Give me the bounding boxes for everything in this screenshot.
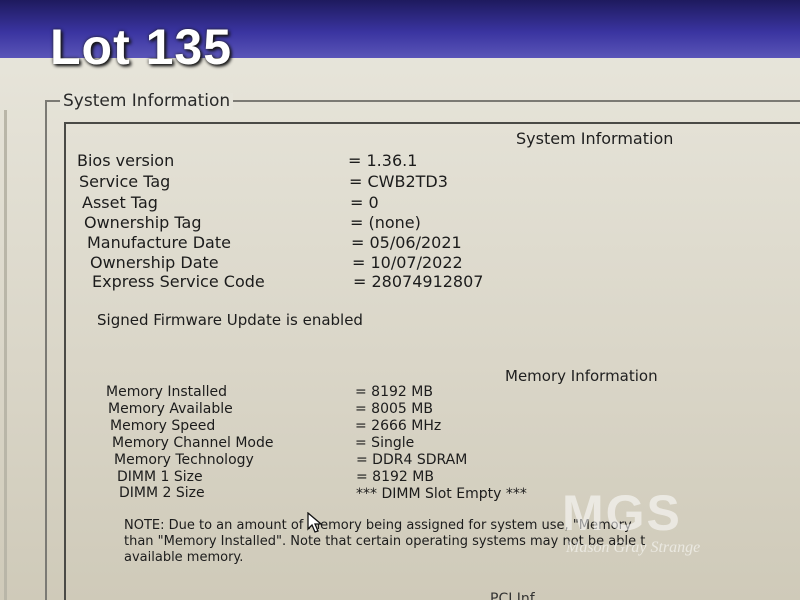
pci-information-heading-partial: PCI Inf [490,591,535,600]
memory-installed-value: = 8192 MB [355,384,433,400]
watermark: MGS Mason Gray Strange [562,488,752,568]
dimm-2-size-value: *** DIMM Slot Empty *** [356,486,527,502]
manufacture-date-value: = 05/06/2021 [351,233,462,252]
dimm-1-size-label: DIMM 1 Size [117,469,203,485]
dimm-1-size-value: = 8192 MB [356,469,434,485]
ownership-tag-value: = (none) [350,213,421,232]
memory-available-value: = 8005 MB [355,401,433,417]
watermark-subtitle: Mason Gray Strange [566,539,701,556]
memory-channel-mode-label: Memory Channel Mode [112,435,274,451]
memory-information-heading: Memory Information [505,367,658,385]
memory-speed-label: Memory Speed [110,418,216,434]
left-edge-line [4,110,7,600]
lot-number-label: Lot 135 [50,19,233,75]
memory-channel-mode-value: = Single [355,435,415,451]
bios-screen: Lot 135 System Information System Inform… [0,0,800,600]
memory-technology-value: = DDR4 SDRAM [356,452,468,468]
asset-tag-value: = 0 [350,193,379,212]
service-tag-label: Service Tag [79,172,171,191]
asset-tag-label: Asset Tag [82,193,158,212]
group-title: System Information [60,93,234,110]
memory-technology-label: Memory Technology [114,452,254,468]
manufacture-date-label: Manufacture Date [87,233,231,252]
service-tag-value: = CWB2TD3 [349,172,448,191]
memory-available-label: Memory Available [108,401,233,417]
watermark-logo: MGS [562,485,682,541]
ownership-tag-label: Ownership Tag [84,213,202,232]
ownership-date-label: Ownership Date [90,253,219,272]
memory-speed-value: = 2666 MHz [355,418,442,434]
express-service-code-value: = 28074912807 [353,272,484,291]
dimm-2-size-label: DIMM 2 Size [119,485,205,501]
firmware-update-status: Signed Firmware Update is enabled [97,311,363,329]
mouse-pointer-icon [307,512,323,533]
express-service-code-label: Express Service Code [92,272,265,291]
ownership-date-value: = 10/07/2022 [352,253,463,272]
system-information-heading: System Information [516,129,674,148]
memory-installed-label: Memory Installed [106,384,228,400]
bios-version-label: Bios version [77,151,175,170]
bios-version-value: = 1.36.1 [348,151,418,170]
